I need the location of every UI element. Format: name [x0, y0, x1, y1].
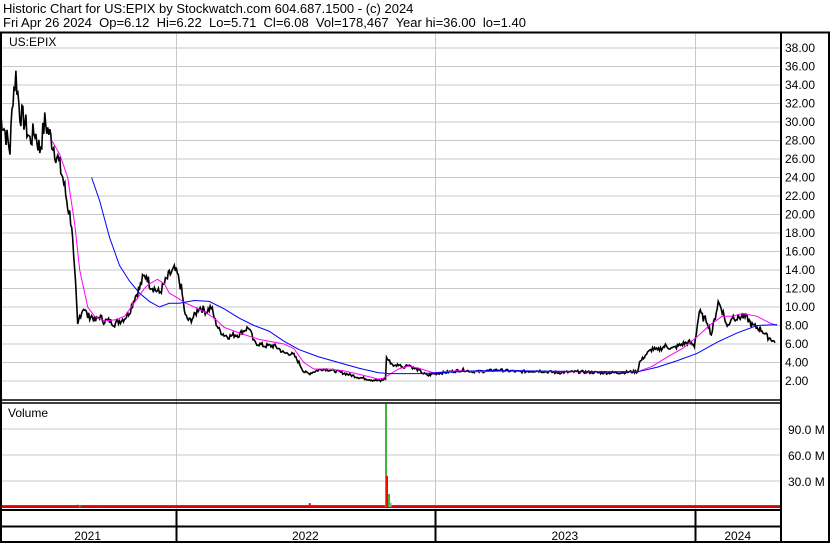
- price-tick-label: 16.00: [785, 245, 815, 259]
- year-label: 2021: [74, 529, 101, 543]
- price-tick-label: 10.00: [785, 300, 815, 314]
- price-tick-label: 2.00: [785, 374, 809, 388]
- price-tick-label: 8.00: [785, 319, 809, 333]
- price-tick-label: 6.00: [785, 337, 809, 351]
- price-lines: [0, 70, 778, 383]
- year-label: 2022: [292, 529, 319, 543]
- price-tick-label: 30.00: [785, 115, 815, 129]
- price-tick-label: 22.00: [785, 189, 815, 203]
- price-tick-label: 18.00: [785, 226, 815, 240]
- price-tick-label: 28.00: [785, 134, 815, 148]
- chart-frame: [0, 31, 830, 543]
- volume-tick-label: 30.0 M: [788, 475, 825, 489]
- price-tick-label: 20.00: [785, 208, 815, 222]
- price-tick-label: 32.00: [785, 97, 815, 111]
- price-tick-label: 12.00: [785, 282, 815, 296]
- volume-label: Volume: [8, 406, 48, 420]
- axis-labels: 38.00 36.00 34.00 32.00 30.00 28.00 26.00 24.00…: [74, 41, 824, 543]
- short-moving-average-line: [51, 140, 778, 380]
- year-label: 2024: [724, 529, 751, 543]
- price-tick-label: 14.00: [785, 263, 815, 277]
- price-tick-label: 38.00: [785, 41, 815, 55]
- price-tick-label: 24.00: [785, 171, 815, 185]
- symbol-label: US:EPIX: [9, 35, 56, 49]
- year-label: 2023: [551, 529, 578, 543]
- volume-bar: [78, 505, 81, 507]
- volume-bar: [102, 505, 105, 507]
- volume-bar: [389, 502, 392, 507]
- price-tick-label: 4.00: [785, 356, 809, 370]
- stock-chart: US:EPIX Volume 38.00 36.00 34.00 32.00 30.00…: [0, 31, 830, 543]
- volume-bars: [2, 404, 781, 508]
- volume-tick-label: 60.0 M: [788, 449, 825, 463]
- price-tick-label: 34.00: [785, 78, 815, 92]
- volume-bar: [386, 475, 389, 507]
- volume-tick-label: 90.0 M: [788, 423, 825, 437]
- volume-bar: [76, 504, 79, 507]
- price-tick-label: 36.00: [785, 60, 815, 74]
- price-line: [0, 70, 776, 383]
- price-tick-label: 26.00: [785, 152, 815, 166]
- volume-bar: [308, 503, 311, 507]
